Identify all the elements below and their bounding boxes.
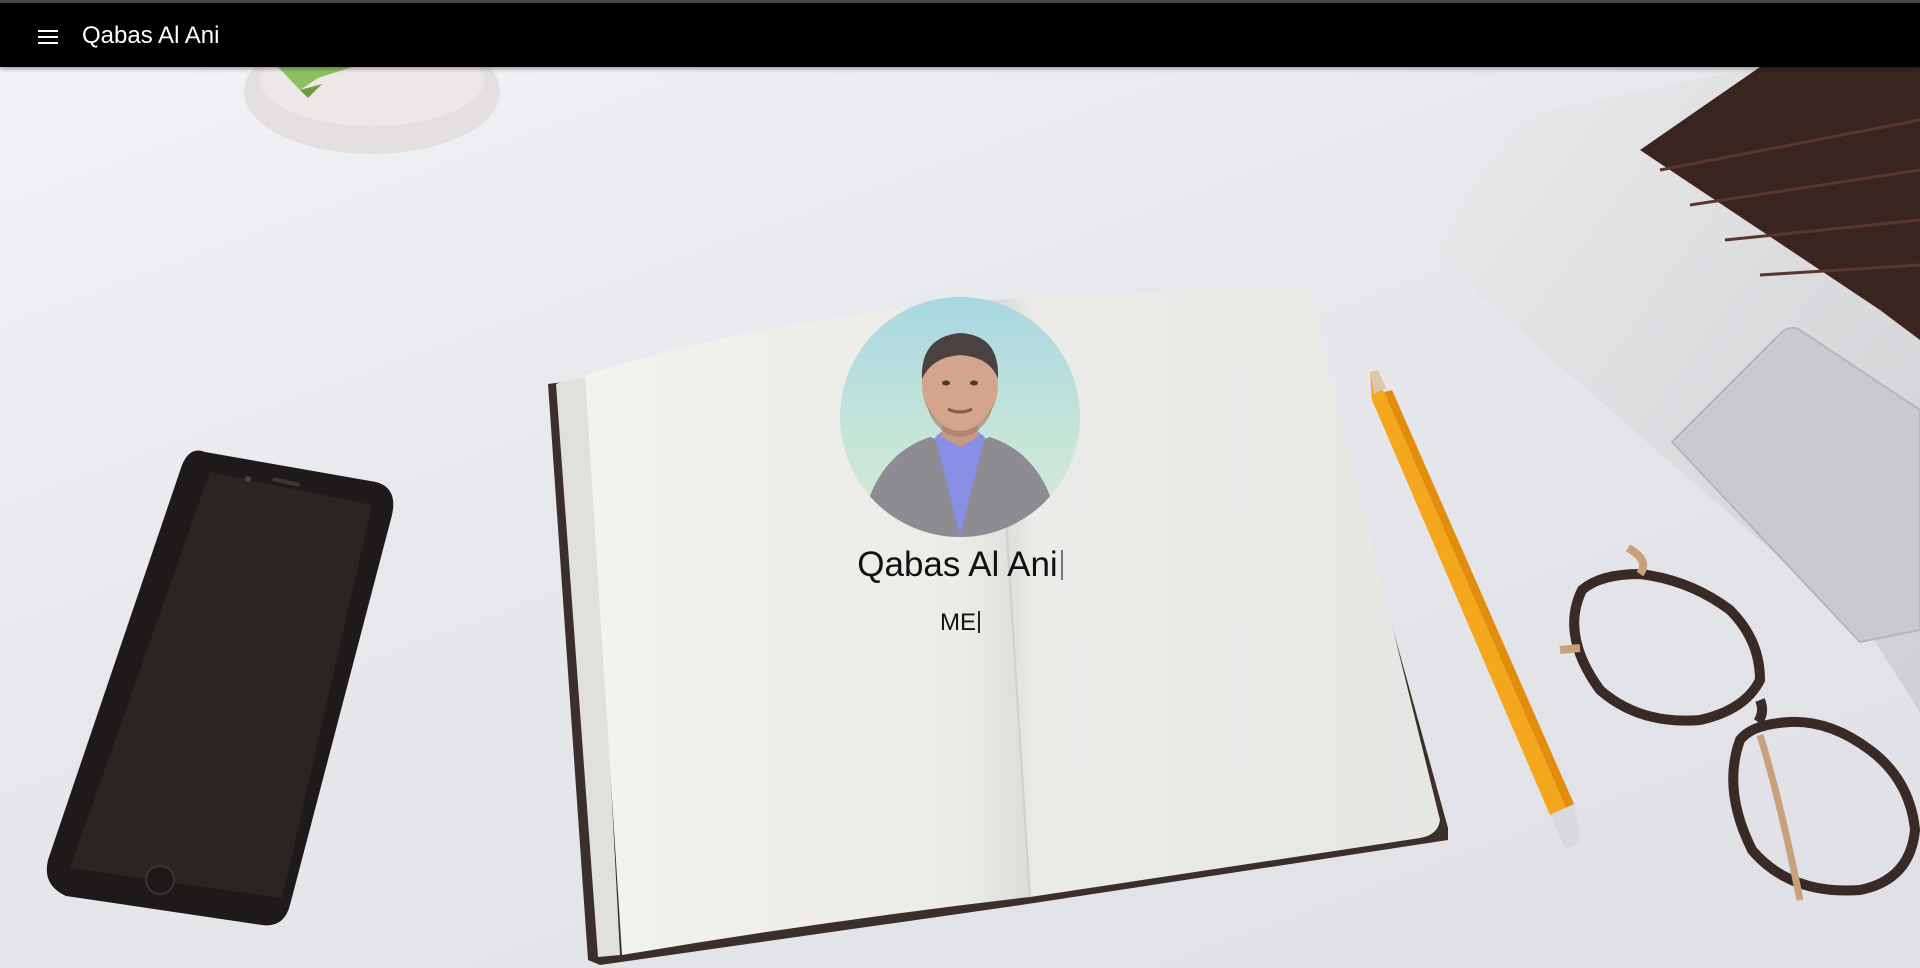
app-bar: Qabas Al Ani (0, 3, 1920, 67)
app-title[interactable]: Qabas Al Ani (82, 22, 219, 50)
hero-name-text: Qabas Al Ani (857, 545, 1058, 584)
hamburger-menu-icon (38, 30, 58, 44)
page: Qabas Al Ani Qabas Al Ani ME (0, 0, 1920, 968)
hero-name-heading: Qabas Al Ani (0, 545, 1920, 585)
hero-subtitle-text: ME (940, 609, 976, 636)
profile-photo (860, 333, 1060, 537)
profile-avatar (840, 297, 1080, 537)
hero-section: Qabas Al Ani ME (0, 67, 1920, 968)
hero-subtitle-typing: ME (0, 609, 1920, 637)
menu-button[interactable] (30, 19, 66, 55)
